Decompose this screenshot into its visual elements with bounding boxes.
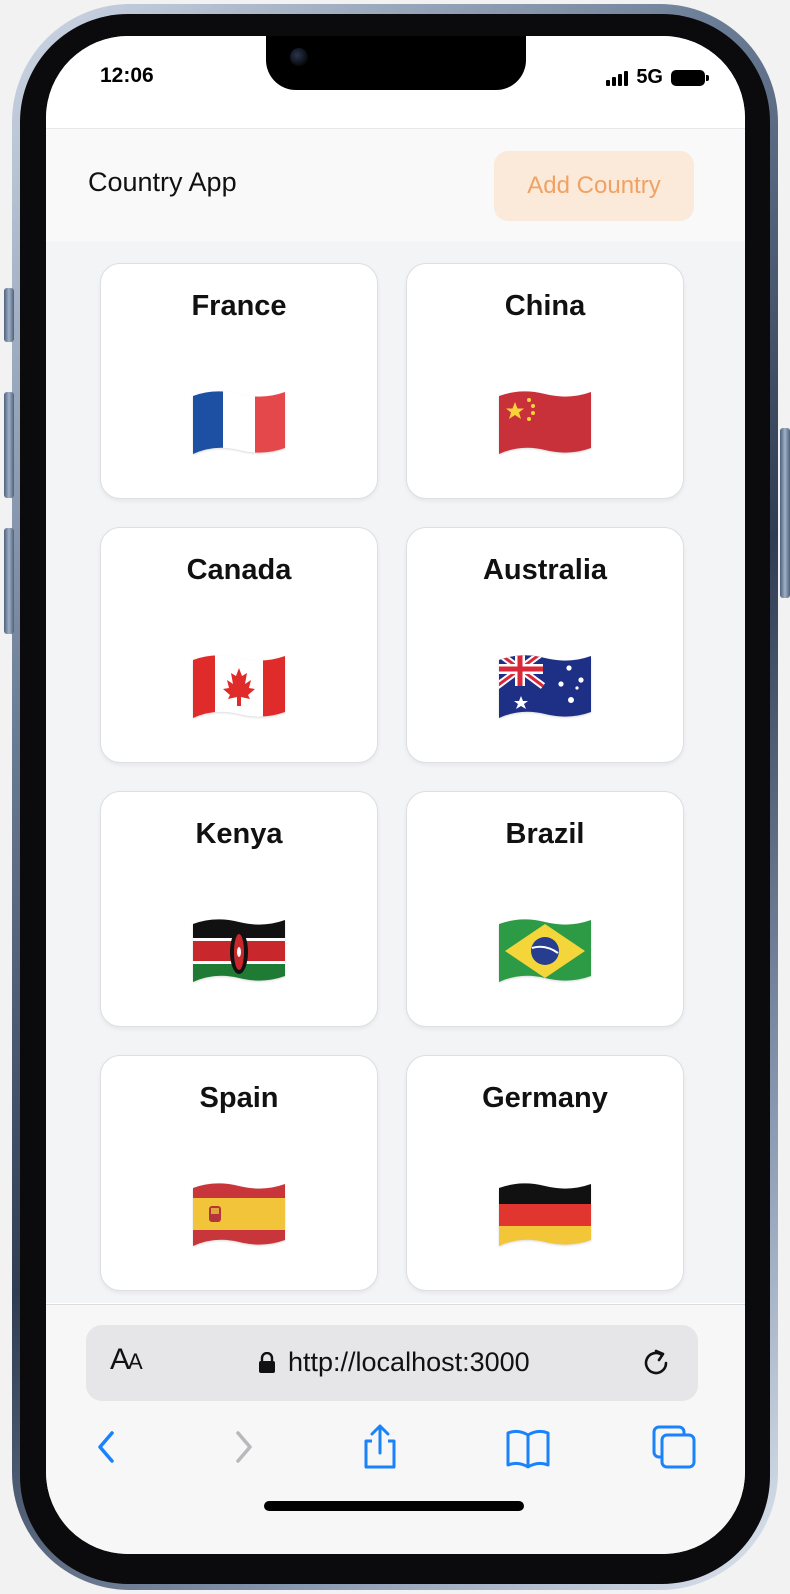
country-card-china[interactable]: China: [406, 263, 684, 499]
volume-down-button: [4, 528, 14, 634]
china-flag-icon: [497, 388, 593, 456]
address-bar[interactable]: AA http://localhost:3000: [86, 1325, 698, 1401]
brazil-flag-icon: [497, 916, 593, 984]
germany-flag-icon: [497, 1180, 593, 1248]
status-indicators: 5G: [606, 66, 709, 89]
reload-icon[interactable]: [638, 1345, 674, 1381]
notch: [266, 36, 526, 90]
country-card-kenya[interactable]: Kenya: [100, 791, 378, 1027]
front-camera-icon: [290, 48, 308, 66]
add-country-button[interactable]: Add Country: [494, 151, 694, 221]
australia-flag-icon: [497, 652, 593, 720]
network-type: 5G: [636, 66, 663, 88]
country-card-brazil[interactable]: Brazil: [406, 791, 684, 1027]
home-indicator[interactable]: [264, 1501, 524, 1511]
country-card-france[interactable]: France: [100, 263, 378, 499]
battery-icon: [671, 69, 709, 86]
france-flag-icon: [191, 388, 287, 456]
country-card-spain[interactable]: Spain: [100, 1055, 378, 1291]
tabs-icon[interactable]: [650, 1423, 698, 1471]
url-display[interactable]: http://localhost:3000: [258, 1347, 530, 1378]
back-icon[interactable]: [84, 1423, 132, 1471]
country-list[interactable]: France China Canada Australia Kenya Braz…: [46, 241, 745, 1303]
country-name: Brazil: [505, 818, 585, 850]
country-name: Canada: [186, 554, 292, 586]
status-time: 12:06: [100, 64, 154, 87]
country-card-australia[interactable]: Australia: [406, 527, 684, 763]
spain-flag-icon: [191, 1180, 287, 1248]
app-title: Country App: [88, 167, 237, 197]
canada-flag-icon: [191, 652, 287, 720]
country-card-canada[interactable]: Canada: [100, 527, 378, 763]
country-name: Australia: [482, 554, 608, 586]
bookmarks-icon[interactable]: [504, 1423, 552, 1471]
kenya-flag-icon: [191, 916, 287, 984]
country-name: Kenya: [195, 818, 283, 850]
country-card-germany[interactable]: Germany: [406, 1055, 684, 1291]
mute-switch: [4, 288, 14, 342]
cellular-signal-icon: [606, 70, 629, 86]
app-header: Country App Add Country: [46, 128, 745, 241]
country-name: Germany: [482, 1082, 608, 1114]
text-size-button[interactable]: AA: [110, 1343, 143, 1377]
phone-screen: 12:06 5G Country App Add Country France: [46, 36, 745, 1554]
country-name: Spain: [199, 1082, 279, 1114]
share-icon[interactable]: [356, 1423, 404, 1471]
country-name: France: [191, 290, 287, 322]
forward-icon[interactable]: [218, 1423, 266, 1471]
browser-toolbar: AA http://localhost:3000: [46, 1304, 745, 1554]
country-name: China: [504, 290, 586, 322]
lock-icon: [259, 1351, 275, 1373]
country-grid: France China Canada Australia Kenya Braz…: [100, 263, 684, 1291]
url-text: http://localhost:3000: [288, 1347, 530, 1377]
browser-nav: [46, 1423, 745, 1483]
volume-up-button: [4, 392, 14, 498]
power-button: [780, 428, 790, 598]
